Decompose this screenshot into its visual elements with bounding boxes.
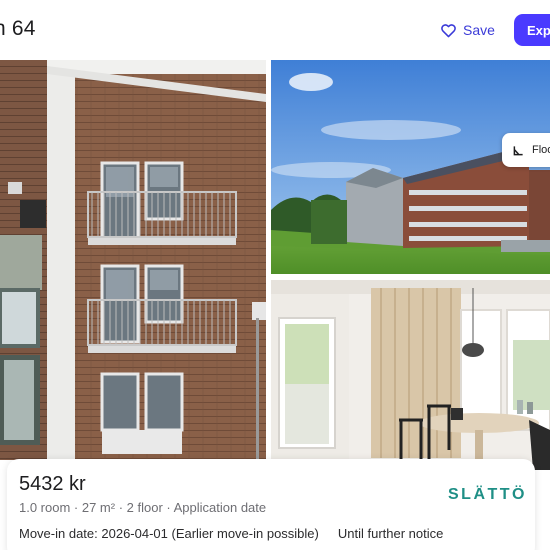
listing-summary-card[interactable]: 5432 kr 1.0 room · 27 m² · 2 floor · App… — [7, 459, 535, 550]
move-in-row: Move-in date: 2026-04-01 (Earlier move-i… — [19, 526, 443, 541]
rent-price: 5432 kr — [19, 473, 86, 495]
top-bar: n 64 Save Exp — [0, 0, 550, 60]
lease-availability: Until further notice — [337, 526, 444, 541]
move-in-date: Move-in date: 2026-04-01 (Earlier move-i… — [19, 526, 319, 541]
photo-exterior[interactable] — [271, 60, 550, 274]
photo-gallery: Floo — [0, 60, 550, 470]
listing-details: 1.0 room · 27 m² · 2 floor · Application… — [19, 500, 267, 515]
save-button[interactable]: Save — [440, 16, 495, 44]
primary-action-button[interactable]: Exp — [514, 14, 550, 46]
primary-action-label: Exp — [527, 22, 550, 38]
floorplan-icon — [513, 145, 523, 155]
photo-interior[interactable] — [271, 280, 550, 470]
floorplan-label: Floo — [532, 144, 550, 156]
listing-title: n 64 — [0, 17, 36, 40]
floorplan-button[interactable]: Floo — [502, 133, 550, 167]
save-label: Save — [463, 22, 495, 38]
heart-icon — [441, 23, 456, 37]
landlord-logo: SLÄTTÖ — [448, 486, 527, 503]
photo-facade[interactable] — [0, 60, 266, 460]
